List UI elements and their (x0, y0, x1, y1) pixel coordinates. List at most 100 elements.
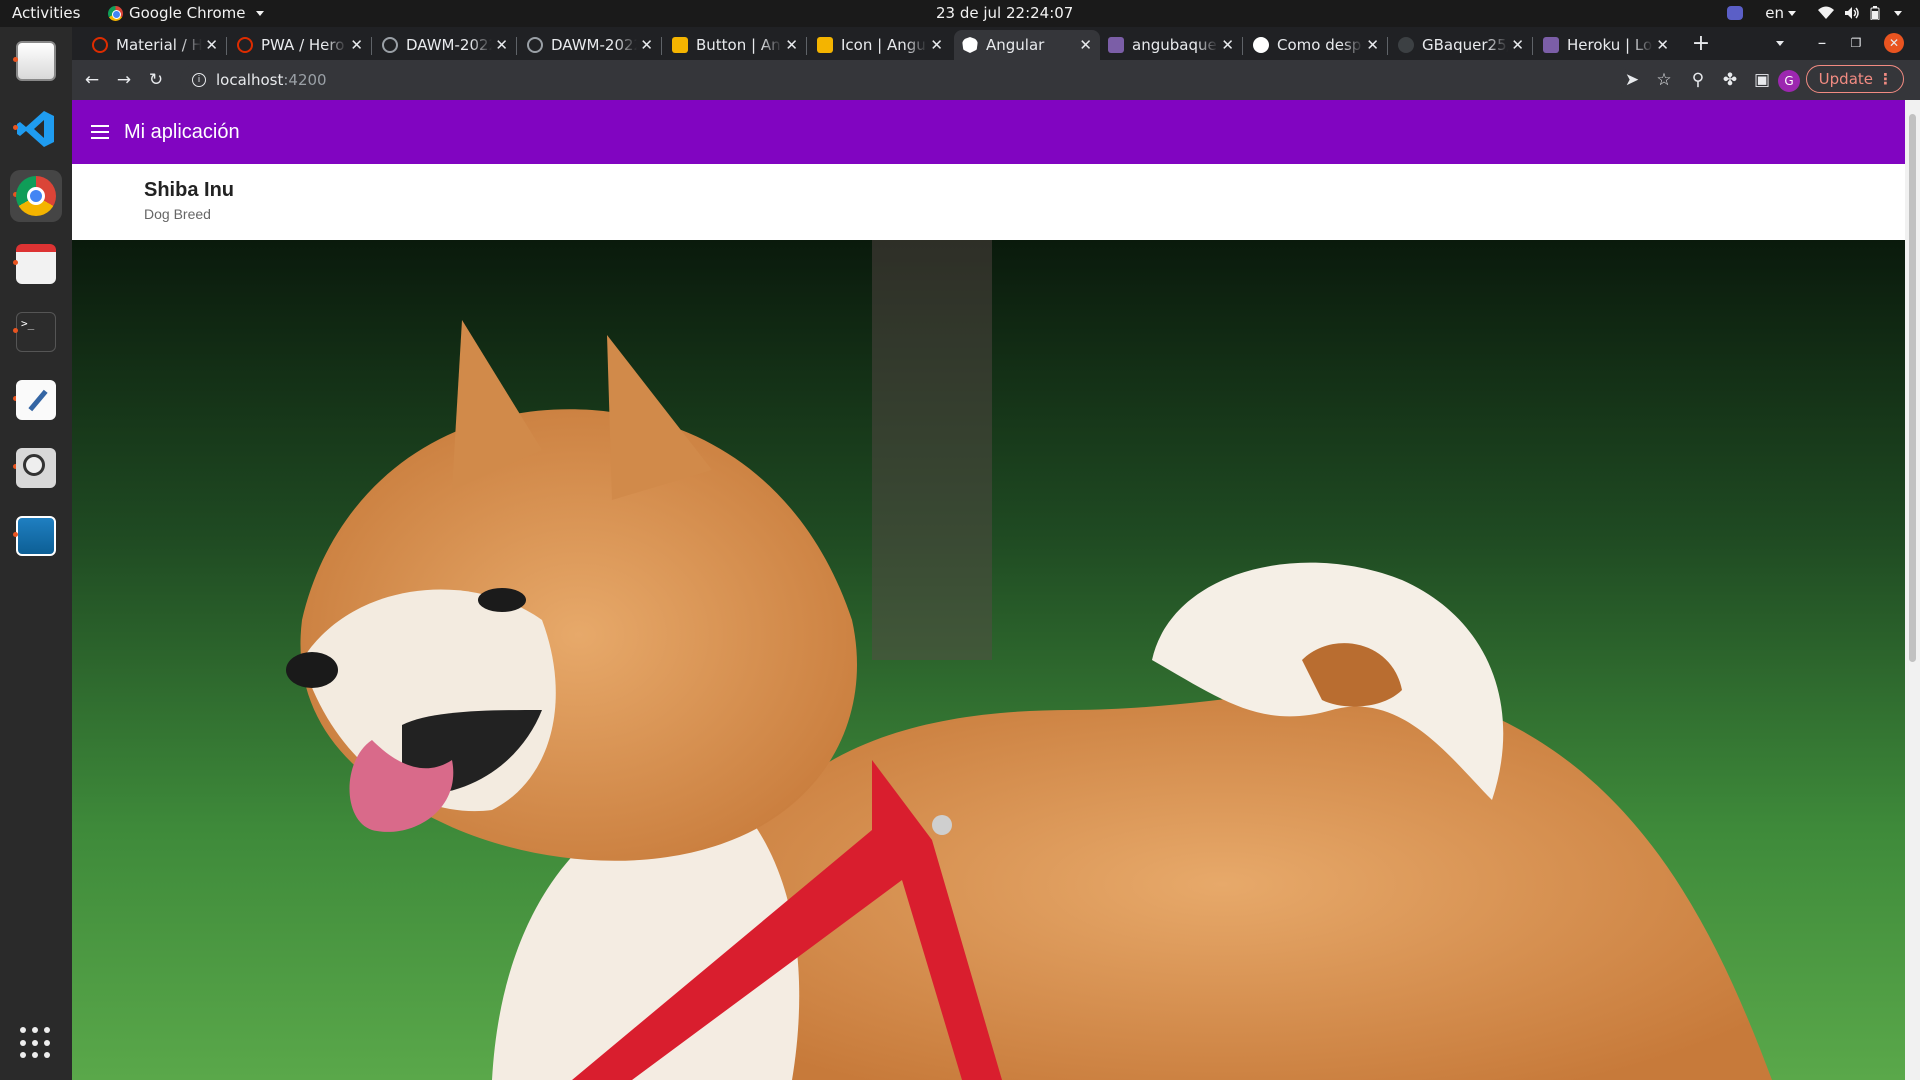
favicon-icon (672, 37, 688, 53)
shiba-inu-photo (72, 240, 1905, 1080)
running-indicator (13, 260, 18, 265)
tab-separator (226, 37, 227, 55)
favicon-icon (382, 37, 398, 53)
tab-strip: Material / H ✕ PWA / Hero ✕ DAWM-2022 ✕ DAW… (72, 27, 1920, 60)
menu-icon[interactable] (88, 120, 112, 144)
browser-tab[interactable]: Material / H ✕ (84, 30, 226, 60)
dock-search-app[interactable] (10, 442, 62, 494)
system-top-bar: Activities Google Chrome 23 de jul 22:24… (0, 0, 1920, 27)
close-tab-icon[interactable]: ✕ (1511, 36, 1524, 54)
new-tab-button[interactable]: + (1689, 31, 1713, 56)
browser-tab[interactable]: DAWM-2022 ✕ (519, 30, 661, 60)
dock: >_ (0, 27, 72, 1080)
close-tab-icon[interactable]: ✕ (785, 36, 798, 54)
extension-icon[interactable]: ⚲ (1686, 68, 1710, 92)
chevron-down-icon (1894, 10, 1902, 16)
text-editor-icon (16, 380, 56, 420)
minimize-button[interactable]: – (1810, 31, 1834, 55)
close-tab-icon[interactable]: ✕ (495, 36, 508, 54)
close-window-button[interactable]: ✕ (1884, 33, 1904, 53)
image-app-icon (16, 516, 56, 556)
tab-search-button[interactable] (1768, 31, 1792, 55)
menu-bar (91, 137, 109, 139)
close-tab-icon[interactable]: ✕ (1366, 36, 1379, 54)
tree-trunk (872, 240, 992, 660)
teams-tray-icon[interactable] (1727, 6, 1744, 20)
app-menu-label: Google Chrome (129, 4, 246, 22)
dock-terminal[interactable]: >_ (10, 306, 62, 358)
browser-tab[interactable]: Icon | Angul ✕ (809, 30, 951, 60)
dock-image-app[interactable] (10, 510, 62, 562)
grid-dot (44, 1027, 50, 1033)
system-status-menu[interactable] (1818, 6, 1902, 20)
site-info-icon[interactable]: i (192, 73, 206, 87)
side-panel-icon[interactable]: ▣ (1750, 68, 1774, 92)
browser-tab[interactable]: Como despl ✕ (1245, 30, 1387, 60)
back-button[interactable]: ← (80, 68, 104, 92)
page-scrollbar[interactable] (1905, 100, 1920, 1080)
chrome-icon (108, 5, 123, 21)
send-icon[interactable]: ➤ (1620, 68, 1644, 92)
dock-vscode[interactable] (10, 103, 62, 155)
activities-button[interactable]: Activities (12, 4, 80, 22)
tab-title: Material / H (116, 36, 202, 54)
tab-title: angubaque (1132, 36, 1217, 54)
browser-tab[interactable]: angubaque ✕ (1100, 30, 1242, 60)
profile-avatar[interactable]: G (1778, 70, 1800, 92)
running-indicator (13, 532, 18, 537)
close-tab-icon[interactable]: ✕ (930, 36, 943, 54)
files-icon (16, 41, 56, 81)
address-bar[interactable]: i localhost :4200 (180, 65, 1630, 95)
tab-title: Como despl (1277, 36, 1363, 54)
url-host: localhost (216, 71, 284, 89)
browser-tab-active[interactable]: Angular ✕ (954, 30, 1100, 60)
browser-tab[interactable]: DAWM-2022 ✕ (374, 30, 516, 60)
browser-tab[interactable]: GBaquer25/✕ (1390, 30, 1532, 60)
grid-dot (20, 1039, 26, 1046)
close-tab-icon[interactable]: ✕ (1221, 36, 1234, 54)
language-switch[interactable]: en (1765, 4, 1796, 22)
favicon-icon (237, 37, 253, 53)
vscode-icon (17, 111, 54, 147)
restore-button[interactable]: ❐ (1844, 31, 1868, 55)
url-port: :4200 (283, 71, 327, 89)
dock-files[interactable] (10, 35, 62, 87)
tab-title: DAWM-2022 (406, 36, 492, 54)
grid-dot (32, 1027, 38, 1033)
reload-button[interactable]: ↻ (144, 68, 168, 92)
dog-photo-illustration (72, 240, 1905, 1080)
card-subtitle: Dog Breed (144, 206, 211, 222)
close-tab-icon[interactable]: ✕ (1079, 36, 1092, 54)
terminal-icon: >_ (16, 312, 56, 352)
update-button[interactable]: Update ⋮ (1805, 65, 1904, 93)
grid-dot (20, 1027, 26, 1033)
tab-separator (806, 37, 807, 55)
close-tab-icon[interactable]: ✕ (1656, 36, 1669, 54)
browser-tab[interactable]: Button | An ✕ (664, 30, 806, 60)
clock[interactable]: 23 de jul 22:24:07 (936, 4, 1073, 22)
volume-icon (1845, 7, 1859, 19)
extensions-puzzle-icon[interactable]: ✤ (1718, 68, 1742, 92)
show-apps-button[interactable] (20, 1027, 52, 1059)
dock-document-viewer[interactable] (10, 238, 62, 290)
running-indicator (13, 57, 18, 62)
browser-tab[interactable]: PWA / Hero ✕ (229, 30, 371, 60)
favicon-icon (1108, 37, 1124, 53)
close-tab-icon[interactable]: ✕ (640, 36, 653, 54)
app-menu[interactable]: Google Chrome (108, 4, 264, 22)
tab-separator (516, 37, 517, 55)
dock-text-editor[interactable] (10, 374, 62, 426)
dog-nose (286, 652, 338, 688)
battery-icon (1870, 6, 1880, 20)
close-tab-icon[interactable]: ✕ (205, 36, 218, 54)
close-tab-icon[interactable]: ✕ (350, 36, 363, 54)
dock-chrome[interactable] (10, 170, 62, 222)
bookmark-star-icon[interactable]: ☆ (1652, 68, 1676, 92)
forward-button[interactable]: → (112, 68, 136, 92)
running-indicator (13, 125, 18, 130)
card-header: Shiba Inu Dog Breed (72, 164, 1905, 240)
update-label: Update (1818, 70, 1873, 88)
tab-title: DAWM-2022 (551, 36, 637, 54)
scrollbar-thumb[interactable] (1909, 114, 1916, 662)
browser-tab[interactable]: Heroku | Lo ✕ (1535, 30, 1677, 60)
